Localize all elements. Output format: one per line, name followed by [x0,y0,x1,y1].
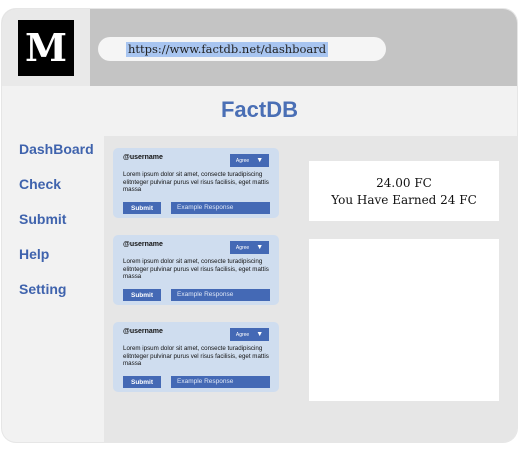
chevron-down-icon: ▼ [256,157,264,164]
main-content: @username Agree ▼ Lorem ipsum dolor sit … [104,136,517,442]
card-username: @username [123,328,163,335]
fact-card: @username Agree ▼ Lorem ipsum dolor sit … [113,148,279,218]
earnings-amount: 24.00 FC [376,176,432,190]
agree-label: Agree [235,244,250,251]
app-title: FactDB [220,97,298,122]
sidebar-item-dashboard[interactable]: DashBoard [19,139,109,174]
sidebar-item-help[interactable]: Help [19,244,109,279]
url-text[interactable]: https://www.factdb.net/dashboard [126,41,329,57]
agree-label: Agree [235,157,250,164]
agree-label: Agree [235,331,250,338]
fact-card: @username Agree ▼ Lorem ipsum dolor sit … [113,322,279,392]
submit-button[interactable]: Submit [123,289,161,301]
response-input[interactable]: Example Response [171,289,270,301]
earnings-message: You Have Earned 24 FC [331,193,477,207]
sidebar: DashBoard Check Submit Help Setting [19,139,109,314]
card-text: Lorem ipsum dolor sit amet, consecte tur… [123,345,269,367]
agree-dropdown[interactable]: Agree ▼ [230,328,269,341]
sidebar-item-submit[interactable]: Submit [19,209,109,244]
browser-toolbar: M https://www.factdb.net/dashboard [2,9,517,86]
submit-button[interactable]: Submit [123,376,161,388]
agree-dropdown[interactable]: Agree ▼ [230,154,269,167]
card-text: Lorem ipsum dolor sit amet, consecte tur… [123,171,269,193]
chevron-down-icon: ▼ [256,244,264,251]
medium-logo[interactable]: M [18,20,74,76]
logo-panel: M [2,9,90,86]
sidebar-item-check[interactable]: Check [19,174,109,209]
agree-dropdown[interactable]: Agree ▼ [230,241,269,254]
chevron-down-icon: ▼ [256,331,264,338]
blank-panel [309,239,499,401]
card-text: Lorem ipsum dolor sit amet, consecte tur… [123,258,269,280]
submit-button[interactable]: Submit [123,202,161,214]
response-input[interactable]: Example Response [171,202,270,214]
sidebar-item-setting[interactable]: Setting [19,279,109,314]
browser-window: M https://www.factdb.net/dashboard FactD… [2,9,517,442]
response-input[interactable]: Example Response [171,376,270,388]
card-username: @username [123,241,163,248]
fact-card: @username Agree ▼ Lorem ipsum dolor sit … [113,235,279,305]
address-bar[interactable]: https://www.factdb.net/dashboard [98,37,386,61]
earnings-panel: 24.00 FC You Have Earned 24 FC [309,161,499,221]
card-username: @username [123,154,163,161]
